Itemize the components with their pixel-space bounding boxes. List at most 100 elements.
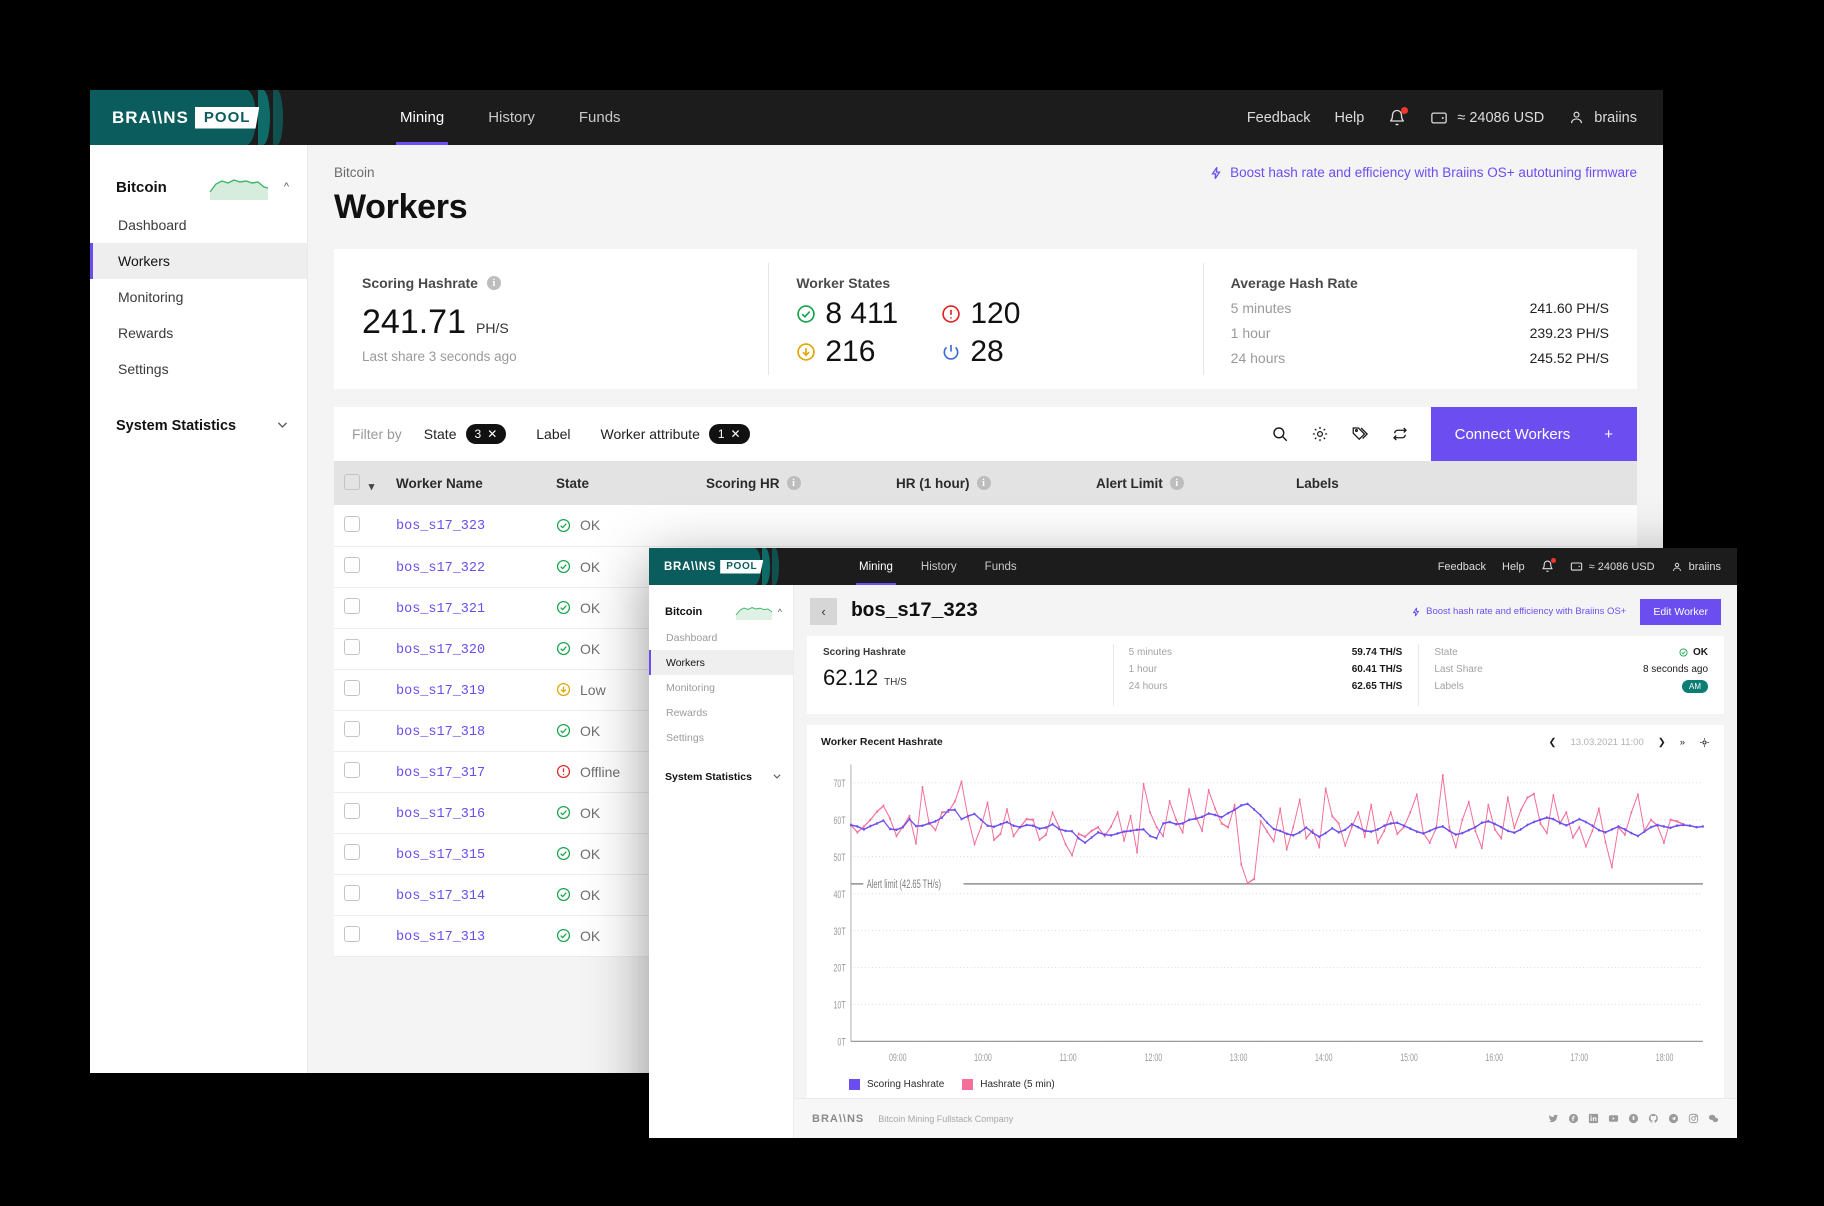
filter-attribute-badge[interactable]: 1 ✕ — [708, 424, 750, 444]
slack-icon[interactable] — [1628, 1113, 1639, 1124]
table-row[interactable]: bos_s17_323 OK — [334, 505, 1637, 547]
instagram-icon[interactable] — [1688, 1113, 1699, 1124]
header-select-all[interactable]: ▾ — [334, 461, 386, 505]
detail-user-menu[interactable]: braiins — [1671, 561, 1721, 573]
row-checkbox[interactable] — [344, 762, 360, 778]
detail-sidebar-item-rewards[interactable]: Rewards — [649, 700, 793, 725]
row-checkbox[interactable] — [344, 721, 360, 737]
boost-banner[interactable]: Boost hash rate and efficiency with Brai… — [1209, 165, 1637, 180]
row-checkbox[interactable] — [344, 803, 360, 819]
detail-brand-logo[interactable]: BRA\\NS POOL — [649, 548, 845, 585]
sidebar-item-dashboard[interactable]: Dashboard — [90, 207, 307, 243]
worker-name-link[interactable]: bos_s17_314 — [396, 889, 485, 904]
detail-sidebar-item-dashboard[interactable]: Dashboard — [649, 625, 793, 650]
header-scoring-hr[interactable]: Scoring HR i — [696, 461, 886, 505]
row-checkbox-cell[interactable] — [334, 587, 386, 629]
gear-icon[interactable] — [1311, 425, 1329, 443]
github-icon[interactable] — [1648, 1113, 1659, 1124]
chart-fast-forward-button[interactable]: » — [1680, 737, 1685, 748]
detail-sidebar-system-statistics[interactable]: System Statistics — [649, 764, 793, 790]
row-checkbox-cell[interactable] — [334, 915, 386, 957]
worker-name-link[interactable]: bos_s17_317 — [396, 766, 485, 781]
close-icon[interactable]: ✕ — [487, 427, 497, 441]
row-checkbox-cell[interactable] — [334, 833, 386, 875]
worker-name-link[interactable]: bos_s17_316 — [396, 807, 485, 822]
header-worker-name[interactable]: Worker Name — [386, 461, 546, 505]
info-icon[interactable]: i — [786, 476, 801, 490]
worker-name-link[interactable]: bos_s17_319 — [396, 684, 485, 699]
nav-tab-mining[interactable]: Mining — [380, 90, 464, 145]
legend-item-hashrate[interactable]: Hashrate (5 min) — [962, 1079, 1055, 1090]
user-menu[interactable]: braiins — [1568, 109, 1637, 126]
worker-name-link[interactable]: bos_s17_322 — [396, 561, 485, 576]
row-checkbox-cell[interactable] — [334, 874, 386, 916]
sidebar-system-statistics[interactable]: System Statistics — [90, 407, 307, 445]
connect-workers-button[interactable]: Connect Workers + — [1430, 407, 1637, 461]
breadcrumb[interactable]: Bitcoin — [334, 165, 375, 180]
linkedin-icon[interactable] — [1588, 1113, 1599, 1124]
detail-sidebar-coin-header[interactable]: Bitcoin ^ — [649, 598, 793, 625]
close-icon[interactable]: ✕ — [731, 427, 741, 441]
info-icon[interactable]: i — [1169, 476, 1184, 490]
detail-notifications-bell-icon[interactable] — [1541, 558, 1556, 573]
row-checkbox-cell[interactable] — [334, 505, 386, 547]
worker-name-link[interactable]: bos_s17_321 — [396, 602, 485, 617]
row-checkbox[interactable] — [344, 680, 360, 696]
telegram-icon[interactable] — [1668, 1113, 1679, 1124]
filter-state[interactable]: State 3 ✕ — [424, 424, 507, 444]
row-checkbox-cell[interactable] — [334, 792, 386, 834]
row-checkbox[interactable] — [344, 598, 360, 614]
nav-tab-funds[interactable]: Funds — [559, 90, 641, 145]
chart-area[interactable]: 0T 10T 20T 30T 40T 50T 60T 70T 09:00 10:00 11:00 12… — [821, 756, 1710, 1075]
filter-label[interactable]: Label — [536, 426, 570, 442]
header-hr-1hour[interactable]: HR (1 hour) i — [886, 461, 1086, 505]
filter-state-badge[interactable]: 3 ✕ — [465, 424, 507, 444]
row-checkbox-cell[interactable] — [334, 751, 386, 793]
header-state[interactable]: State — [546, 461, 696, 505]
worker-name-link[interactable]: bos_s17_313 — [396, 930, 485, 945]
chart-date-range[interactable]: 13.03.2021 11:00 — [1570, 737, 1643, 748]
edit-worker-button[interactable]: Edit Worker — [1640, 598, 1721, 625]
notifications-bell-icon[interactable] — [1388, 106, 1409, 127]
row-checkbox[interactable] — [344, 557, 360, 573]
wechat-icon[interactable] — [1708, 1113, 1719, 1124]
label-badge[interactable]: AM — [1682, 680, 1709, 693]
search-icon[interactable] — [1271, 425, 1289, 443]
refresh-icon[interactable] — [1391, 425, 1409, 443]
header-alert-limit[interactable]: Alert Limit i — [1086, 461, 1286, 505]
header-labels[interactable]: Labels — [1286, 461, 1637, 505]
youtube-icon[interactable] — [1608, 1113, 1619, 1124]
row-checkbox[interactable] — [344, 885, 360, 901]
row-checkbox[interactable] — [344, 639, 360, 655]
chart-next-button[interactable]: ❯ — [1658, 737, 1666, 748]
detail-sidebar-item-workers[interactable]: Workers — [649, 650, 793, 675]
info-icon[interactable]: i — [486, 276, 501, 290]
brand-logo[interactable]: BRA\\NS POOL — [90, 90, 380, 145]
feedback-link[interactable]: Feedback — [1247, 110, 1311, 126]
detail-sidebar-item-monitoring[interactable]: Monitoring — [649, 675, 793, 700]
worker-name-link[interactable]: bos_s17_323 — [396, 519, 485, 534]
select-all-checkbox[interactable] — [344, 473, 360, 490]
detail-nav-tab-history[interactable]: History — [907, 548, 971, 585]
row-checkbox-cell[interactable] — [334, 710, 386, 752]
worker-name-link[interactable]: bos_s17_320 — [396, 643, 485, 658]
row-checkbox-cell[interactable] — [334, 546, 386, 588]
nav-tab-history[interactable]: History — [468, 90, 555, 145]
info-icon[interactable]: i — [976, 476, 991, 490]
detail-nav-tab-funds[interactable]: Funds — [971, 548, 1031, 585]
row-checkbox[interactable] — [344, 926, 360, 942]
sidebar-item-monitoring[interactable]: Monitoring — [90, 279, 307, 315]
detail-wallet-balance[interactable]: ≈ 24086 USD — [1570, 560, 1655, 573]
tag-icon[interactable] — [1351, 425, 1369, 443]
sidebar-item-workers[interactable]: Workers — [90, 243, 307, 279]
sidebar-item-settings[interactable]: Settings — [90, 351, 307, 387]
worker-name-link[interactable]: bos_s17_318 — [396, 725, 485, 740]
sidebar-item-rewards[interactable]: Rewards — [90, 315, 307, 351]
row-checkbox-cell[interactable] — [334, 669, 386, 711]
detail-nav-tab-mining[interactable]: Mining — [845, 548, 907, 585]
row-checkbox[interactable] — [344, 844, 360, 860]
detail-help-link[interactable]: Help — [1502, 561, 1525, 573]
wallet-balance[interactable]: ≈ 24086 USD — [1430, 109, 1544, 127]
row-checkbox-cell[interactable] — [334, 628, 386, 670]
worker-name-link[interactable]: bos_s17_315 — [396, 848, 485, 863]
